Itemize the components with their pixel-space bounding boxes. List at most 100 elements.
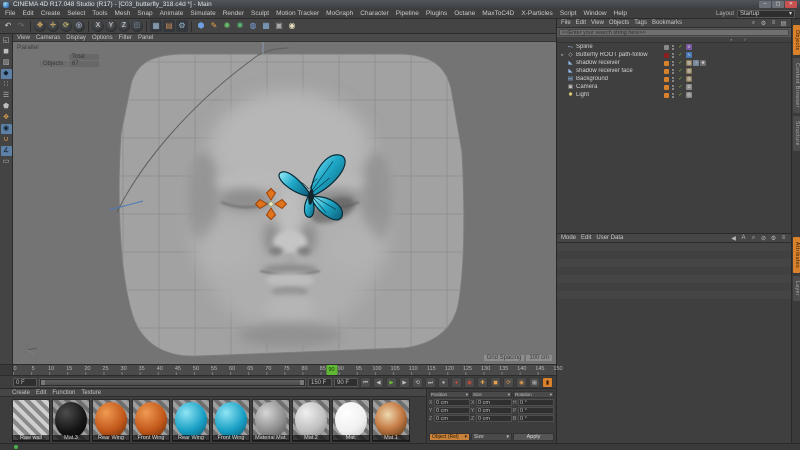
menu-animate[interactable]: Animate — [160, 10, 184, 17]
om-menu-bookmarks[interactable]: Bookmarks — [652, 20, 682, 26]
menu-window[interactable]: Window — [583, 10, 606, 17]
coordinate-field-size-x[interactable]: 0 cm — [476, 399, 512, 406]
menu-snap[interactable]: Snap — [137, 10, 152, 17]
layer-color-swatch[interactable] — [664, 93, 669, 98]
add-spline-pen[interactable]: ✎ — [208, 20, 220, 32]
tab-objects[interactable]: Objects — [793, 25, 800, 55]
om-search-icon[interactable]: ⌕ — [750, 20, 757, 27]
scale-tool[interactable]: ✛ — [47, 20, 59, 32]
viewport-menu-view[interactable]: View — [17, 35, 30, 41]
visibility-dots[interactable] — [671, 61, 675, 66]
viewport-canvas[interactable]: Parallel Total Objects67 Grid Spacing 10… — [13, 42, 556, 364]
material-menu-function[interactable]: Function — [52, 390, 75, 396]
undo-button[interactable]: ↶ — [2, 20, 14, 32]
material-mat-1[interactable]: Mat.1 — [372, 399, 410, 442]
menu-file[interactable]: File — [5, 10, 15, 17]
viewport-menu-cameras[interactable]: Cameras — [36, 35, 60, 41]
close-button[interactable]: ✕ — [785, 1, 797, 8]
menu-octane[interactable]: Octane — [454, 10, 475, 17]
menu-pipeline[interactable]: Pipeline — [396, 10, 419, 17]
quantize[interactable]: ∡ — [1, 146, 12, 156]
coordinate-field-rotation-b[interactable]: 0 ° — [518, 415, 554, 422]
workplane-mode[interactable]: ◆ — [1, 69, 12, 79]
coordinate-field-rotation-p[interactable]: 0 ° — [518, 407, 554, 414]
render-picture-viewer-button[interactable]: ▤ — [163, 20, 175, 32]
am-menu-icon[interactable]: ≡ — [780, 235, 787, 242]
viewport-solo[interactable]: ◉ — [1, 124, 12, 134]
tab-structure[interactable]: Structure — [793, 116, 800, 151]
enable-check-icon[interactable]: ✓ — [677, 44, 684, 50]
menu-maxtoc4d[interactable]: MaxToC4D — [482, 10, 514, 17]
add-camera[interactable]: ▣ — [273, 20, 285, 32]
model-mode[interactable]: ◼ — [1, 47, 12, 57]
polygons-mode[interactable]: ⬟ — [1, 102, 12, 112]
key-parameter-button[interactable]: ◉ — [516, 377, 527, 388]
snapping[interactable]: ∪ — [1, 135, 12, 145]
add-deformer[interactable]: ✱ — [234, 20, 246, 32]
key-position-button[interactable]: ✚ — [477, 377, 488, 388]
object-row-spline[interactable]: 〜Spline✓X — [557, 43, 791, 51]
last-used-tool[interactable]: ◎ — [73, 20, 85, 32]
material-front-wing[interactable]: Front Wing — [212, 399, 250, 442]
object-row-shadow-receiver-face[interactable]: ◣shadow receiver face✓▨ — [557, 67, 791, 75]
coordinates-header-size[interactable]: Size▾ — [471, 391, 512, 398]
enable-check-icon[interactable]: ✓ — [677, 60, 684, 66]
add-primitive-cube[interactable]: ⬢ — [195, 20, 207, 32]
texture-tag-icon[interactable]: ▨ — [686, 76, 692, 82]
record-options-button[interactable]: ◉ — [464, 377, 475, 388]
material-mat-2[interactable]: Mat.2 — [292, 399, 330, 442]
make-editable[interactable]: ◱ — [1, 36, 12, 46]
coordinate-field-position-x[interactable]: 0 cm — [434, 399, 470, 406]
visibility-dots[interactable] — [671, 53, 675, 58]
am-menu-user-data[interactable]: User Data — [596, 235, 623, 241]
enable-check-icon[interactable]: ✓ — [677, 76, 684, 82]
start-frame-field[interactable]: 0 F — [13, 378, 37, 387]
tab-attributes[interactable]: Attributes — [793, 237, 800, 273]
menu-select[interactable]: Select — [67, 10, 85, 17]
size-mode-dropdown[interactable]: Size ▾ — [471, 433, 512, 441]
edges-mode[interactable]: ☰ — [1, 91, 12, 101]
layer-color-swatch[interactable] — [664, 85, 669, 90]
object-search-input[interactable]: <<Enter your search string here>> — [559, 29, 789, 36]
menu-create[interactable]: Create — [41, 10, 61, 17]
object-row-butterfly-root-path-follow[interactable]: ▸◇Butterfly ROOT path-follow✓∿ — [557, 51, 791, 59]
target-tag-icon[interactable]: ◎ — [686, 92, 692, 98]
object-row-background[interactable]: ▤Background✓▨ — [557, 75, 791, 83]
redo-button[interactable]: ↷ — [15, 20, 27, 32]
coordinates-header-position[interactable]: Position▾ — [429, 391, 470, 398]
timeline-ruler[interactable]: 0510152025303540455055606570758085909510… — [13, 365, 556, 375]
add-light[interactable]: ◉ — [286, 20, 298, 32]
lock-x-axis[interactable]: X — [92, 20, 104, 32]
menu-mograph[interactable]: MoGraph — [326, 10, 353, 17]
menu-plugins[interactable]: Plugins — [426, 10, 447, 17]
enable-check-icon[interactable]: ✓ — [677, 52, 684, 58]
material-front-wing[interactable]: Front Wing — [132, 399, 170, 442]
lock-z-axis[interactable]: Z — [118, 20, 130, 32]
menu-x-particles[interactable]: X-Particles — [521, 10, 552, 17]
visibility-dots[interactable] — [671, 69, 675, 74]
render-view-button[interactable]: ▦ — [150, 20, 162, 32]
am-font-icon[interactable]: A — [740, 235, 747, 242]
coordinate-field-rotation-h[interactable]: 0 ° — [518, 399, 554, 406]
visibility-dots[interactable] — [671, 77, 675, 82]
om-menu-edit[interactable]: Edit — [576, 20, 586, 26]
workplane-lock[interactable]: ▭ — [1, 157, 12, 167]
key-pla-button[interactable]: ▦ — [529, 377, 540, 388]
goto-end-button[interactable]: ⏭ — [425, 377, 436, 388]
menu-script[interactable]: Script — [560, 10, 577, 17]
points-mode[interactable]: ∷ — [1, 80, 12, 90]
apply-button[interactable]: Apply — [513, 433, 554, 441]
coordinate-field-size-y[interactable]: 0 cm — [476, 407, 512, 414]
coordinate-field-size-z[interactable]: 0 cm — [476, 415, 512, 422]
key-rotation-button[interactable]: ⟳ — [503, 377, 514, 388]
solo-animation-button[interactable]: ▮ — [542, 377, 553, 388]
layer-color-swatch[interactable] — [664, 53, 669, 58]
menu-simulate[interactable]: Simulate — [190, 10, 215, 17]
visibility-dots[interactable] — [671, 85, 675, 90]
texture-mode[interactable]: ▨ — [1, 58, 12, 68]
material-raw-wall[interactable]: Raw wall — [12, 399, 50, 442]
goto-start-button[interactable]: ⏮ — [360, 377, 371, 388]
coordinate-field-position-y[interactable]: 0 cm — [434, 407, 470, 414]
viewport-menu-panel[interactable]: Panel — [138, 35, 153, 41]
material-mat[interactable]: Mat. — [332, 399, 370, 442]
